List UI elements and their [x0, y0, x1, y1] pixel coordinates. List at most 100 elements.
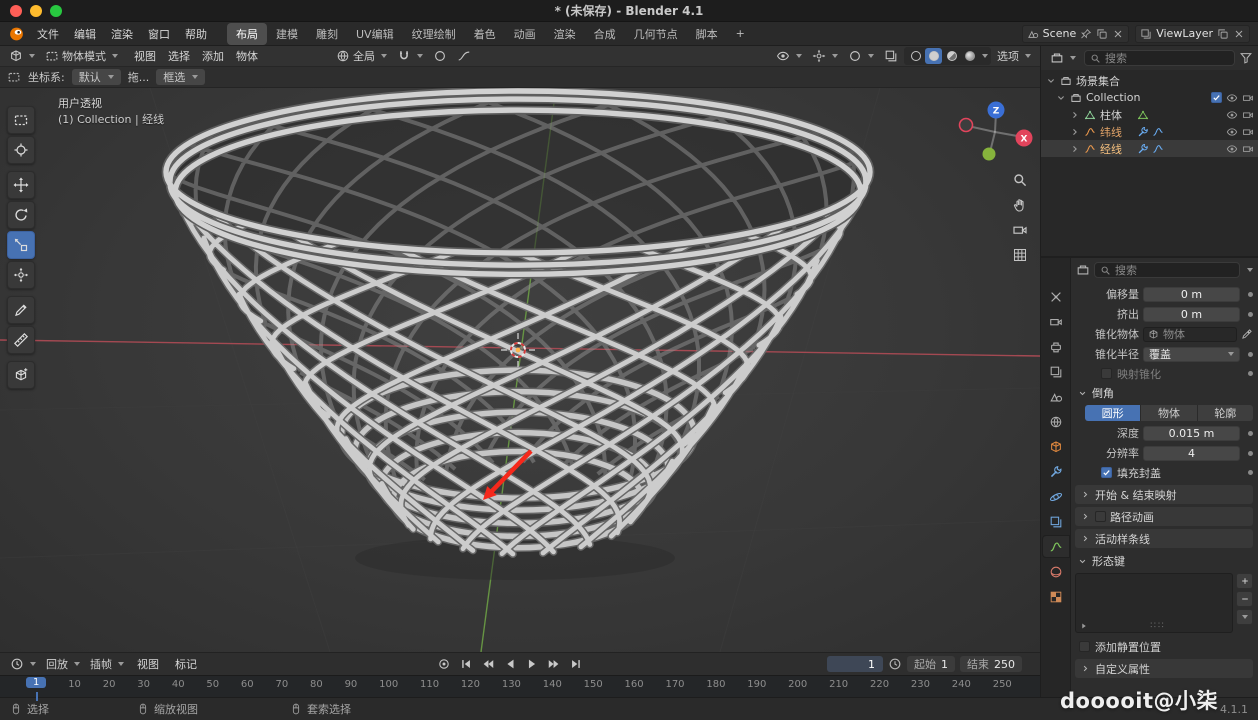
zoom-window-button[interactable] [50, 5, 62, 17]
workspace-tab-texture-paint[interactable]: 纹理绘制 [403, 23, 465, 45]
camera-view-icon[interactable] [1014, 227, 1026, 233]
viewport-menu-view[interactable]: 视图 [128, 46, 162, 66]
timeline-ruler[interactable]: 1 10 20 30 40 50 60 70 80 90 100 110 120… [0, 675, 1040, 697]
tab-modifiers[interactable] [1043, 461, 1069, 482]
shape-keys-list[interactable]: ∷∷ [1075, 573, 1233, 633]
menu-render[interactable]: 渲染 [104, 23, 140, 45]
blender-logo-icon[interactable] [8, 25, 25, 42]
outliner-editor-selector[interactable] [1046, 49, 1080, 67]
timeline-editor-selector[interactable] [6, 655, 40, 673]
bevel-depth-field[interactable]: 0.015 m [1143, 426, 1240, 441]
navigation-gizmo[interactable]: Z X [960, 102, 1033, 161]
animate-dot[interactable] [1248, 470, 1253, 475]
tab-world[interactable] [1043, 411, 1069, 432]
path-animation-section[interactable]: 路径动画 [1075, 507, 1253, 526]
timeline-menu-view[interactable]: 视图 [130, 653, 166, 675]
new-scene-icon[interactable] [1096, 28, 1108, 40]
tab-constraints[interactable] [1043, 511, 1069, 532]
view-layer-selector[interactable]: ViewLayer [1135, 25, 1250, 43]
hide-eye-icon[interactable] [1226, 143, 1238, 155]
collection-checkbox[interactable] [1211, 92, 1222, 103]
zoom-tool-icon[interactable] [1015, 175, 1026, 186]
outliner-filter-icon[interactable] [1239, 51, 1253, 65]
coord-system-dropdown[interactable]: 默认 [72, 69, 121, 85]
viewport-canvas[interactable]: Z X [0, 88, 1040, 652]
chevron-right-icon[interactable] [1069, 109, 1081, 121]
workspace-tab-shading[interactable]: 着色 [465, 23, 505, 45]
map-taper-checkbox[interactable] [1101, 368, 1112, 379]
workspace-tab-sculpting[interactable]: 雕刻 [307, 23, 347, 45]
custom-properties-section[interactable]: 自定义属性 [1075, 659, 1253, 678]
move-tool[interactable] [7, 171, 35, 199]
extrude-field[interactable]: 0 m [1143, 307, 1240, 322]
properties-options-caret[interactable] [1247, 268, 1253, 272]
frame-start-field[interactable]: 起始1 [907, 656, 955, 672]
hide-eye-icon[interactable] [1226, 109, 1238, 121]
render-visibility-icon[interactable] [1242, 143, 1254, 155]
frame-end-field[interactable]: 结束250 [960, 656, 1022, 672]
xray-toggle[interactable] [880, 47, 902, 65]
select-box-tool[interactable] [7, 106, 35, 134]
editor-type-selector[interactable] [5, 47, 39, 65]
viewport-options-dropdown[interactable]: 选项 [993, 47, 1035, 65]
shape-key-specials-button[interactable] [1236, 609, 1253, 625]
transform-orientation-dropdown[interactable]: 全局 [332, 47, 391, 65]
tab-view-layer[interactable] [1043, 361, 1069, 382]
shading-rendered-button[interactable] [961, 48, 978, 64]
viewport-menu-add[interactable]: 添加 [196, 46, 230, 66]
shading-material-button[interactable] [943, 48, 960, 64]
workspace-tab-modeling[interactable]: 建模 [267, 23, 307, 45]
viewport-menu-object[interactable]: 物体 [230, 46, 264, 66]
close-window-button[interactable] [10, 5, 22, 17]
jump-to-start-button[interactable] [456, 656, 476, 673]
animate-dot[interactable] [1248, 431, 1253, 436]
workspace-tab-layout[interactable]: 布局 [227, 23, 267, 45]
timeline-menu-keying[interactable]: 插帧 [86, 655, 128, 673]
fill-caps-checkbox[interactable] [1101, 467, 1112, 478]
tab-object-data[interactable] [1043, 536, 1069, 557]
proportional-editing-toggle[interactable] [429, 47, 451, 65]
measure-tool[interactable] [7, 326, 35, 354]
auto-keying-button[interactable] [434, 656, 454, 673]
annotate-tool[interactable] [7, 296, 35, 324]
bevel-resolution-field[interactable]: 4 [1143, 446, 1240, 461]
animate-dot[interactable] [1248, 451, 1253, 456]
menu-help[interactable]: 帮助 [178, 23, 214, 45]
tab-material[interactable] [1043, 561, 1069, 582]
rotate-tool[interactable] [7, 201, 35, 229]
animate-dot[interactable] [1248, 371, 1253, 376]
outliner-row-collection[interactable]: Collection [1041, 89, 1258, 106]
scene-selector[interactable]: Scene [1022, 25, 1130, 43]
pan-hand-icon[interactable] [1014, 200, 1023, 211]
render-visibility-icon[interactable] [1242, 126, 1254, 138]
shading-solid-button[interactable] [925, 48, 942, 64]
new-view-layer-icon[interactable] [1217, 28, 1229, 40]
menu-file[interactable]: 文件 [30, 23, 66, 45]
add-shape-key-button[interactable] [1236, 573, 1253, 589]
add-cube-tool[interactable] [7, 361, 35, 389]
current-frame-field[interactable]: 1 [827, 656, 883, 672]
workspace-tab-animation[interactable]: 动画 [505, 23, 545, 45]
bevel-section-header[interactable]: 倒角 [1075, 383, 1253, 403]
tab-physics[interactable] [1043, 486, 1069, 507]
overlays-dropdown[interactable] [844, 47, 878, 65]
workspace-tab-uv-editing[interactable]: UV编辑 [347, 23, 403, 45]
outliner-row-weft[interactable]: 纬线 [1041, 123, 1258, 140]
animate-dot[interactable] [1248, 292, 1253, 297]
render-visibility-icon[interactable] [1242, 109, 1254, 121]
properties-search-input[interactable]: 搜索 [1094, 262, 1240, 278]
timeline-menu-marker[interactable]: 标记 [168, 653, 204, 675]
scale-tool[interactable] [7, 231, 35, 259]
ortho-toggle-icon[interactable] [1015, 250, 1026, 261]
timeline-menu-playback[interactable]: 回放 [42, 655, 84, 673]
jump-to-end-button[interactable] [566, 656, 586, 673]
outliner-search-input[interactable]: 搜索 [1084, 50, 1235, 66]
active-spline-section[interactable]: 活动样条线 [1075, 529, 1253, 548]
chevron-down-icon[interactable] [1055, 92, 1067, 104]
bevel-round-button[interactable]: 圆形 [1085, 405, 1140, 421]
prev-keyframe-button[interactable] [478, 656, 498, 673]
shading-wireframe-button[interactable] [907, 48, 924, 64]
viewport-menu-select[interactable]: 选择 [162, 46, 196, 66]
bevel-profile-button[interactable]: 轮廓 [1198, 405, 1253, 421]
hide-eye-icon[interactable] [1226, 126, 1238, 138]
